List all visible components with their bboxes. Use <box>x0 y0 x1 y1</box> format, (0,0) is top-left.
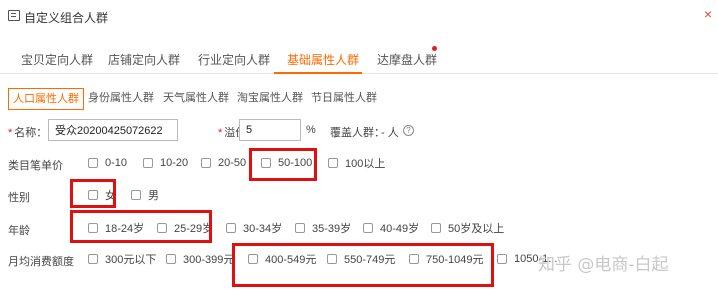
price-option[interactable]: 100以上 <box>328 155 385 171</box>
checkbox[interactable] <box>261 158 271 168</box>
checkbox[interactable] <box>328 158 338 168</box>
dialog-title: 自定义组合人群 <box>24 11 109 25</box>
price-option[interactable]: 10-20 <box>143 155 188 171</box>
premium-input[interactable] <box>239 119 301 141</box>
checkbox[interactable] <box>131 190 141 200</box>
notification-dot <box>432 46 437 51</box>
checkbox[interactable] <box>226 223 236 233</box>
watermark-text: 知乎 @电商-白起 <box>538 255 669 275</box>
spending-option[interactable]: 300-399元 <box>166 251 234 267</box>
checkbox[interactable] <box>363 223 373 233</box>
tab-basic-attributes[interactable]: 基础属性人群 <box>287 51 359 68</box>
price-option[interactable]: 0-10 <box>88 155 127 171</box>
tab-industry-targeting[interactable]: 行业定向人群 <box>198 51 270 68</box>
checkbox[interactable] <box>143 158 153 168</box>
gender-option-male[interactable]: 男 <box>131 187 159 203</box>
active-tab-indicator <box>274 72 362 74</box>
close-icon[interactable]: × <box>704 6 712 22</box>
tab-dmp-crowd[interactable]: 达摩盘人群 <box>377 51 437 68</box>
coverage-value: - 人 <box>381 127 399 139</box>
name-label: * 名称： <box>8 127 48 139</box>
subtab-weather[interactable]: 天气属性人群 <box>159 88 233 110</box>
age-option[interactable]: 35-39岁 <box>295 220 351 236</box>
checkbox[interactable] <box>88 158 98 168</box>
price-filter-label: 类目笔单价 <box>8 160 63 172</box>
spending-option[interactable]: 300元以下 <box>88 251 156 267</box>
age-option[interactable]: 30-34岁 <box>226 220 282 236</box>
subtab-demographic[interactable]: 人口属性人群 <box>8 88 84 110</box>
subtab-holiday[interactable]: 节日属性人群 <box>307 88 381 110</box>
coverage-label: 覆盖人群： <box>330 127 385 139</box>
crowd-icon <box>8 10 20 21</box>
age-option[interactable]: 25-29岁 <box>157 220 213 236</box>
checkbox[interactable] <box>157 223 167 233</box>
checkbox[interactable] <box>409 254 419 264</box>
percent-unit: % <box>306 124 316 136</box>
checkbox[interactable] <box>88 223 98 233</box>
price-option[interactable]: 50-100 <box>261 155 312 171</box>
checkbox[interactable] <box>166 254 176 264</box>
age-option[interactable]: 40-49岁 <box>363 220 419 236</box>
checkbox[interactable] <box>327 254 337 264</box>
tab-store-targeting[interactable]: 店铺定向人群 <box>108 51 180 68</box>
spending-option[interactable]: 550-749元 <box>327 251 395 267</box>
age-filter-label: 年龄 <box>8 225 30 237</box>
spending-option[interactable]: 400-549元 <box>248 251 316 267</box>
main-tab-bar: 宝贝定向人群 店铺定向人群 行业定向人群 基础属性人群 达摩盘人群 <box>0 40 718 74</box>
age-option[interactable]: 18-24岁 <box>88 220 144 236</box>
checkbox[interactable] <box>248 254 258 264</box>
subtab-taobao[interactable]: 淘宝属性人群 <box>233 88 307 110</box>
price-option[interactable]: 20-50 <box>201 155 246 171</box>
name-input[interactable] <box>48 119 178 141</box>
gender-filter-label: 性别 <box>8 192 30 204</box>
checkbox[interactable] <box>497 254 507 264</box>
spending-filter-label: 月均消费额度 <box>8 256 74 268</box>
checkbox[interactable] <box>88 190 98 200</box>
checkbox[interactable] <box>295 223 305 233</box>
gender-option-female[interactable]: 女 <box>88 187 116 203</box>
checkbox[interactable] <box>88 254 98 264</box>
age-option[interactable]: 50岁及以上 <box>431 220 504 236</box>
checkbox[interactable] <box>201 158 211 168</box>
checkbox[interactable] <box>431 223 441 233</box>
dialog-header: 自定义组合人群 × <box>0 0 718 34</box>
tab-item-targeting[interactable]: 宝贝定向人群 <box>21 51 93 68</box>
help-icon[interactable]: ? <box>403 125 414 136</box>
spending-option[interactable]: 750-1049元 <box>409 251 484 267</box>
subtab-identity[interactable]: 身份属性人群 <box>84 88 158 110</box>
